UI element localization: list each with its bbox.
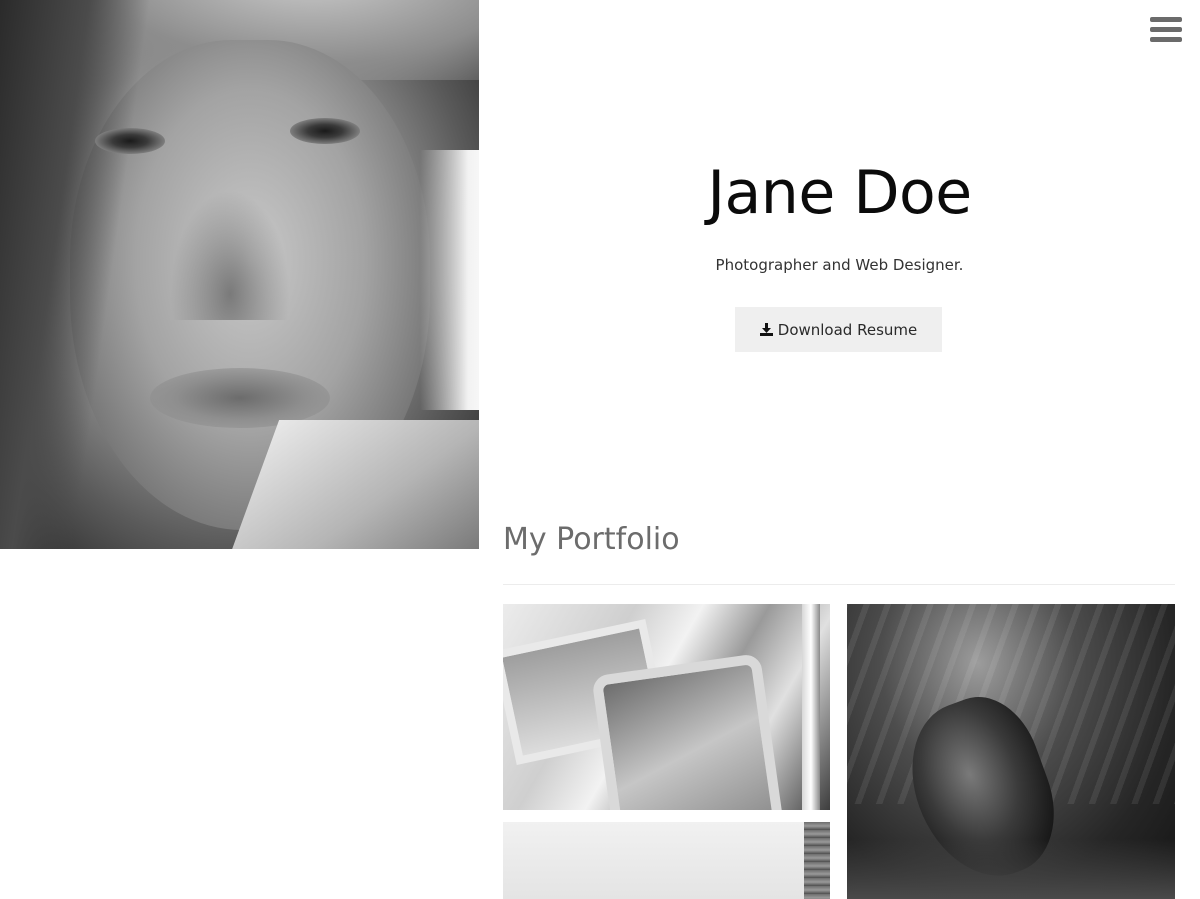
portrait-lips xyxy=(150,368,330,428)
download-resume-button[interactable]: Download Resume xyxy=(735,307,942,352)
portfolio-divider xyxy=(503,584,1175,585)
portfolio-item-light-landscape[interactable] xyxy=(503,822,830,899)
portrait-window-light xyxy=(420,150,479,410)
underwater-floor xyxy=(847,839,1175,899)
page: Jane Doe Photographer and Web Designer. … xyxy=(0,0,1200,899)
portrait-nose-shadow xyxy=(170,190,290,320)
download-icon xyxy=(759,323,773,336)
portfolio-item-car-window[interactable] xyxy=(503,604,830,810)
car-window-frame xyxy=(591,653,785,810)
intro-section: Jane Doe Photographer and Web Designer. … xyxy=(479,0,1200,420)
portrait-right-eye xyxy=(290,118,360,144)
download-resume-label: Download Resume xyxy=(777,320,918,339)
portfolio-title: My Portfolio xyxy=(503,522,680,557)
landscape-edge-texture xyxy=(804,822,830,899)
portrait-left-eye xyxy=(95,128,165,154)
portfolio-item-underwater[interactable] xyxy=(847,604,1175,899)
car-door-pillar xyxy=(802,604,820,810)
profile-portrait-image xyxy=(0,0,479,549)
profile-tagline: Photographer and Web Designer. xyxy=(715,256,964,274)
profile-name: Jane Doe xyxy=(707,158,972,228)
